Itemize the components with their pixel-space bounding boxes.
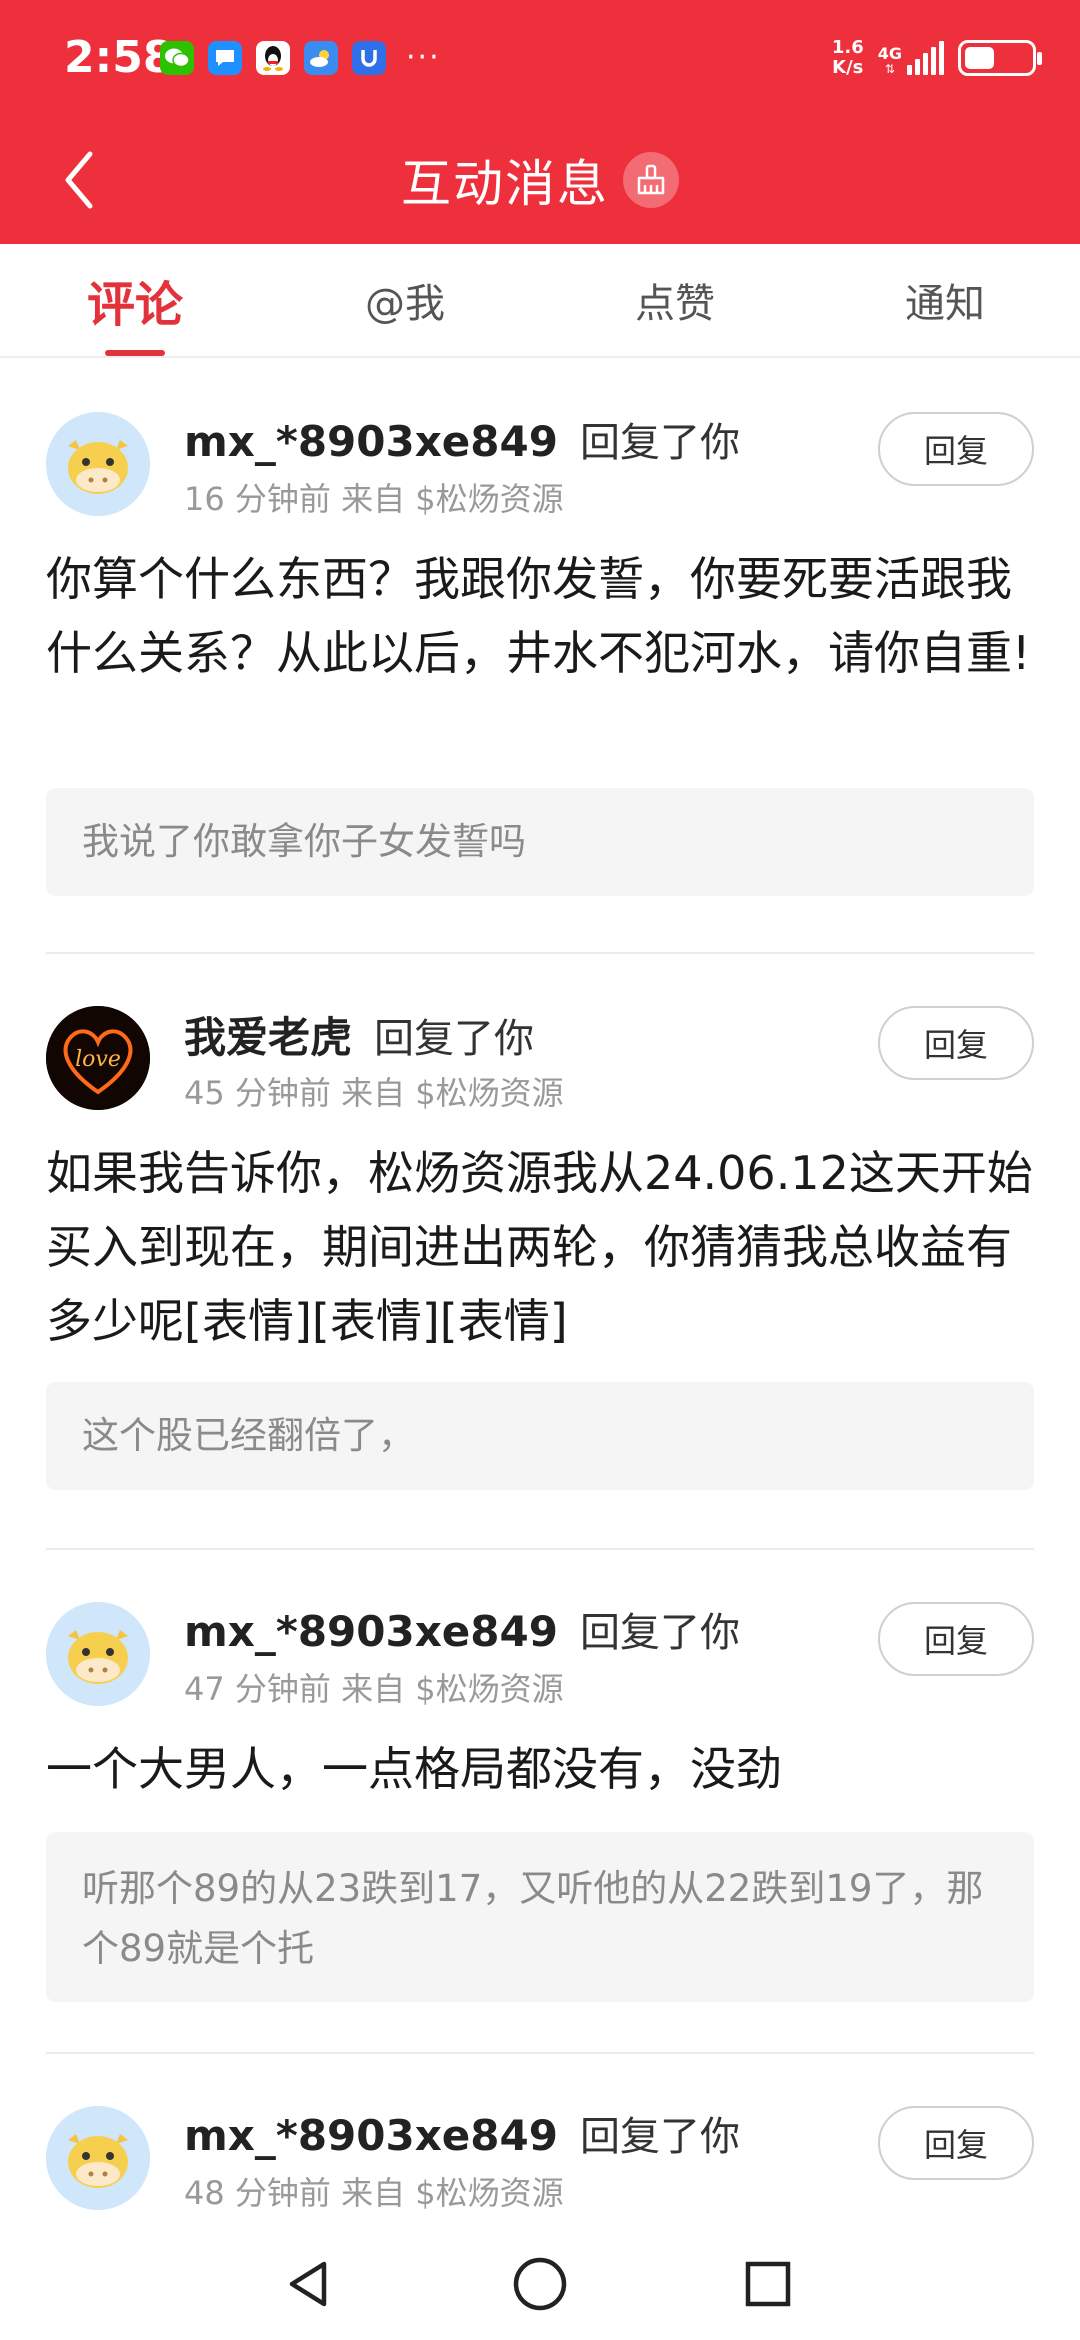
page-title: 互动消息 [401, 155, 609, 213]
reply-button[interactable]: 回复 [878, 412, 1034, 486]
battery-icon [958, 40, 1042, 76]
app-bar: 互动消息 [0, 116, 1080, 244]
message-icon [208, 40, 242, 75]
cow-avatar-icon [46, 1602, 150, 1706]
username[interactable]: 我爱老虎 [184, 1004, 352, 1065]
clear-messages-button[interactable] [623, 152, 679, 208]
qq-icon [256, 40, 290, 75]
username[interactable]: mx_*8903xe849 [184, 417, 558, 466]
message-meta: 48 分钟前 来自 $松炀资源 [184, 2174, 564, 2212]
user-line: mx_*8903xe849 回复了你 [184, 1600, 740, 1658]
user-line: mx_*8903xe849 回复了你 [184, 410, 740, 468]
action-text: 回复了你 [579, 1610, 740, 1656]
wechat-icon [160, 40, 194, 75]
tab-mentions[interactable]: @我 [315, 244, 495, 356]
triangle-back-icon [289, 2261, 327, 2307]
tab-notifications[interactable]: 通知 [855, 244, 1035, 356]
list-item: mx_*8903xe849 回复了你 47 分钟前 来自 $松炀资源 回复 一个… [0, 1550, 1080, 2054]
reply-button[interactable]: 回复 [878, 2106, 1034, 2180]
comment-content: 如果我告诉你，松炀资源我从24.06.12这天开始买入到现在，期间进出两轮，你猜… [46, 1146, 1033, 1348]
user-line: mx_*8903xe849 回复了你 [184, 2104, 740, 2162]
app-u-icon [352, 40, 386, 75]
tab-likes[interactable]: 点赞 [585, 244, 765, 356]
tab-comments[interactable]: 评论 [45, 244, 225, 356]
reply-button[interactable]: 回复 [878, 1602, 1034, 1676]
nav-home-button[interactable] [500, 2244, 580, 2324]
system-nav-bar [0, 2220, 1080, 2340]
tab-bar: 评论 @我 点赞 通知 [0, 244, 1080, 358]
net-speed-value: 1.6 [831, 37, 864, 58]
quoted-comment[interactable]: 听那个89的从23跌到17，又听他的从22跌到19了，那个89就是个托 [46, 1832, 1034, 2002]
cow-avatar-icon [46, 2106, 150, 2210]
battery-level [965, 47, 994, 69]
avatar[interactable] [46, 1602, 150, 1706]
square-recents-icon [745, 2261, 791, 2307]
avatar[interactable] [46, 2106, 150, 2210]
cow-avatar-icon [46, 412, 150, 516]
more-notifications-icon: ··· [406, 40, 441, 75]
comment-content: 一个大男人，一点格局都没有，没劲 [46, 1742, 782, 1796]
reply-button[interactable]: 回复 [878, 1006, 1034, 1080]
net-speed-unit: K/s [832, 57, 864, 78]
love-text: love [75, 1047, 121, 1072]
heart-avatar-icon: love [46, 1006, 150, 1110]
system-status: 1.6 K/s 4G ⇅ [832, 38, 1042, 78]
net-speed: 1.6 K/s [832, 38, 864, 78]
action-text: 回复了你 [374, 1016, 535, 1062]
signal-icon: 4G ⇅ [878, 41, 944, 75]
quoted-comment[interactable]: 这个股已经翻倍了， [46, 1382, 1034, 1490]
network-type: 4G [877, 44, 902, 63]
username[interactable]: mx_*8903xe849 [184, 1607, 558, 1656]
nav-back-button[interactable] [268, 2244, 348, 2324]
list-item: mx_*8903xe849 回复了你 16 分钟前 来自 $松炀资源 回复 你算… [0, 360, 1080, 954]
nav-recents-button[interactable] [728, 2244, 808, 2324]
list-item: love 我爱老虎 回复了你 45 分钟前 来自 $松炀资源 回复 如果我告诉你… [0, 954, 1080, 1550]
broom-icon [637, 164, 665, 195]
quoted-comment[interactable]: 我说了你敢拿你子女发誓吗 [46, 788, 1034, 896]
username[interactable]: mx_*8903xe849 [184, 2111, 558, 2160]
message-meta: 45 分钟前 来自 $松炀资源 [184, 1074, 564, 1112]
user-line: 我爱老虎 回复了你 [184, 1004, 534, 1065]
action-text: 回复了你 [579, 420, 740, 466]
notification-icons: ··· [160, 40, 441, 75]
avatar[interactable]: love [46, 1006, 150, 1110]
avatar[interactable] [46, 412, 150, 516]
circle-home-icon [513, 2257, 567, 2311]
message-meta: 47 分钟前 来自 $松炀资源 [184, 1670, 564, 1708]
status-bar: 2:58 ··· 1.6 K/s 4G ⇅ [0, 0, 1080, 116]
comment-content: 你算个什么东西？我跟你发誓，你要死要活跟我什么关系？从此以后，井水不犯河水，请你… [46, 552, 1031, 680]
action-text: 回复了你 [579, 2114, 740, 2160]
message-list: mx_*8903xe849 回复了你 16 分钟前 来自 $松炀资源 回复 你算… [0, 360, 1080, 2254]
status-time: 2:58 [64, 32, 174, 83]
weather-icon [304, 40, 338, 75]
message-meta: 16 分钟前 来自 $松炀资源 [184, 480, 564, 518]
tab-active-indicator [105, 350, 165, 356]
